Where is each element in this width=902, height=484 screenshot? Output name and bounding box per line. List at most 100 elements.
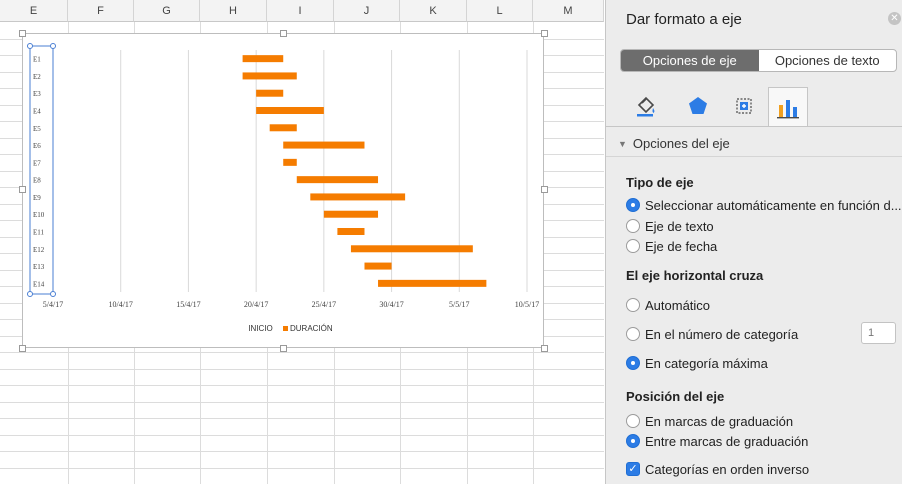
radio-label: Entre marcas de graduación (645, 433, 809, 449)
gantt-bar[interactable] (256, 89, 284, 97)
gantt-bar[interactable] (242, 55, 284, 63)
x-tick-label: 5/4/17 (43, 300, 63, 309)
radio-axis-date[interactable]: Eje de fecha (626, 237, 717, 255)
y-category-label: E10 (33, 211, 45, 219)
y-category-label: E13 (33, 263, 45, 271)
axis-selection-handle[interactable] (27, 43, 33, 49)
radio-label: Seleccionar automáticamente en función d… (645, 197, 902, 213)
y-category-label: E3 (33, 90, 41, 98)
category-number-input[interactable] (861, 322, 896, 344)
radio-cross-category-number[interactable]: En el número de categoría (626, 325, 798, 343)
legend-label-inicio: INICIO (248, 324, 273, 333)
column-header[interactable]: E (0, 0, 68, 22)
radio-indicator (626, 414, 640, 428)
tab-text-options[interactable]: Opciones de texto (759, 50, 897, 71)
gantt-bar[interactable] (364, 262, 392, 270)
x-tick-label: 20/4/17 (244, 300, 268, 309)
tab-separator (606, 126, 902, 127)
y-category-label: E4 (33, 108, 41, 116)
grid-row-line (0, 369, 604, 370)
radio-label: En el número de categoría (645, 326, 799, 342)
chart-legend: INICIO DURACIÓN (23, 324, 543, 333)
axis-selection-handle[interactable] (50, 291, 56, 297)
radio-indicator (626, 356, 640, 370)
icon-tab-bar (620, 87, 900, 127)
legend-label-duracion: DURACIÓN (290, 324, 333, 333)
gantt-bar[interactable] (337, 228, 365, 235)
axis-options-tab[interactable] (768, 87, 808, 127)
x-tick-label: 30/4/17 (379, 300, 403, 309)
resize-handle[interactable] (19, 30, 26, 37)
fill-bucket-tab[interactable] (626, 87, 666, 125)
y-category-label: E14 (33, 280, 45, 288)
resize-handle[interactable] (280, 30, 287, 37)
gantt-bar[interactable] (296, 176, 379, 184)
radio-axis-text[interactable]: Eje de texto (626, 217, 714, 235)
column-header[interactable]: F (68, 0, 134, 22)
column-header[interactable]: L (467, 0, 533, 22)
bar-chart-icon (777, 99, 799, 118)
fill-bucket-icon (637, 96, 655, 117)
size-properties-tab[interactable] (724, 87, 764, 125)
gantt-bar[interactable] (378, 279, 487, 287)
position-heading: Posición del eje (626, 389, 725, 404)
legend-swatch-inicio (241, 326, 246, 331)
radio-between-tick-marks[interactable]: Entre marcas de graduación (626, 432, 808, 450)
gantt-bar[interactable] (310, 193, 406, 201)
chart-plot: 5/4/17 10/4/17 15/4/17 20/4/17 25/4/17 30/4/1… (27, 43, 539, 309)
radio-indicator (626, 298, 640, 312)
radio-cross-auto[interactable]: Automático (626, 296, 710, 314)
column-header[interactable]: J (334, 0, 400, 22)
gantt-bar[interactable] (242, 72, 297, 80)
selected-vertical-axis[interactable] (29, 45, 54, 295)
gantt-bar[interactable] (323, 210, 379, 218)
pentagon-effects-icon (689, 97, 707, 114)
gantt-bar[interactable] (283, 158, 297, 166)
radio-label: En categoría máxima (645, 355, 768, 371)
gantt-bar[interactable] (283, 141, 365, 149)
x-tick-label: 10/5/17 (515, 300, 539, 309)
gantt-bar[interactable] (269, 124, 297, 132)
format-axis-panel: Dar formato a eje ✕ Opciones de eje Opci… (605, 0, 902, 484)
y-category-label: E7 (33, 159, 41, 167)
resize-handle[interactable] (541, 30, 548, 37)
column-header[interactable]: H (200, 0, 267, 22)
y-category-label: E1 (33, 56, 41, 64)
effects-tab[interactable] (678, 87, 718, 125)
crosses-heading: El eje horizontal cruza (626, 268, 764, 283)
collapse-triangle-icon: ▼ (618, 138, 627, 149)
radio-on-tick-marks[interactable]: En marcas de graduación (626, 412, 793, 430)
resize-handle[interactable] (541, 345, 548, 352)
gantt-bar[interactable] (256, 107, 324, 114)
axis-selection-handle[interactable] (27, 291, 33, 297)
y-category-label: E5 (33, 125, 41, 133)
spreadsheet[interactable]: EFGHIJKLM 5/4/17 10/4/17 15/4/17 20/4/17 25/… (0, 0, 604, 484)
radio-label: En marcas de graduación (645, 413, 794, 429)
close-icon[interactable]: ✕ (888, 12, 901, 25)
x-tick-label: 25/4/17 (312, 300, 336, 309)
section-title: Opciones del eje (632, 136, 730, 151)
radio-cross-max-category[interactable]: En categoría máxima (626, 354, 768, 372)
radio-indicator (626, 434, 640, 448)
column-header[interactable]: G (134, 0, 200, 22)
grid-row-line (0, 402, 604, 403)
radio-label: Automático (645, 297, 711, 313)
resize-handle[interactable] (541, 186, 548, 193)
resize-handle[interactable] (19, 186, 26, 193)
y-category-label: E6 (33, 142, 41, 150)
y-category-label: E2 (33, 73, 41, 81)
resize-handle[interactable] (19, 345, 26, 352)
resize-handle[interactable] (280, 345, 287, 352)
column-header[interactable]: K (400, 0, 467, 22)
grid-row-line (0, 435, 604, 436)
column-header[interactable]: I (267, 0, 334, 22)
tab-axis-options[interactable]: Opciones de eje (621, 50, 759, 71)
panel-title: Dar formato a eje (626, 11, 742, 28)
checkbox-reverse-categories[interactable]: ✓ Categorías en orden inverso (626, 460, 809, 478)
axis-options-section-header[interactable]: ▼ Opciones del eje (606, 131, 902, 157)
gantt-chart[interactable]: 5/4/17 10/4/17 15/4/17 20/4/17 25/4/17 30/4/1… (22, 33, 544, 348)
radio-axis-auto[interactable]: Seleccionar automáticamente en función d… (626, 196, 902, 214)
column-header[interactable]: M (533, 0, 604, 22)
gantt-bar[interactable] (350, 245, 473, 253)
axis-selection-handle[interactable] (50, 43, 56, 49)
